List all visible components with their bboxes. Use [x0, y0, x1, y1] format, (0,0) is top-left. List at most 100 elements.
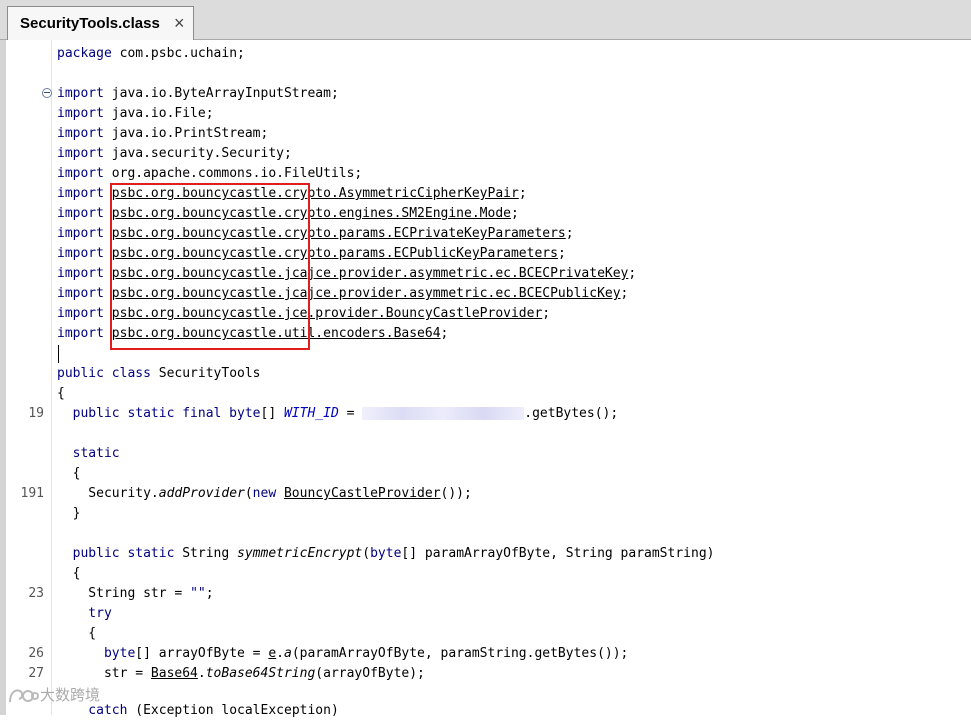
redacted-value	[362, 407, 525, 420]
code-text: org.apache.commons.io.FileUtils;	[103, 166, 363, 181]
class-link[interactable]: .jcajce.provider.asymmetric.ec.BCECPubli…	[276, 286, 620, 301]
code-line-method-declaration: public static String symmetricEncrypt(by…	[57, 544, 715, 564]
class-link[interactable]: .crypto.params.ECPublicKeyParameters	[276, 246, 558, 261]
keyword: static	[57, 446, 120, 461]
code-line-statement: str = Base64.toBase64String(arrayOfByte)…	[57, 664, 425, 684]
keyword: import	[57, 226, 104, 241]
watermark: 大数跨境	[6, 684, 100, 706]
class-link[interactable]: Base64	[151, 666, 198, 681]
code-text: .getBytes();	[524, 406, 619, 421]
keyword: import	[57, 86, 104, 101]
code-text: java.io.PrintStream;	[103, 126, 269, 141]
code-line-try: try	[57, 604, 112, 624]
keyword: import	[57, 186, 104, 201]
code-line-brace: }	[57, 504, 81, 524]
fold-collapse-icon[interactable]	[42, 88, 52, 98]
code-line-import: import java.security.Security;	[57, 144, 292, 164]
keyword: import	[57, 306, 104, 321]
code-text: []	[260, 406, 284, 421]
keyword: import	[57, 146, 104, 161]
red-highlight-box	[110, 183, 310, 350]
code-text: String str =	[57, 586, 191, 601]
code-text: }	[57, 506, 81, 521]
code-text: (arrayOfByte);	[315, 666, 425, 681]
keyword: public class	[57, 366, 151, 381]
code-text: java.io.ByteArrayInputStream;	[103, 86, 339, 101]
gutter-divider	[51, 40, 52, 715]
line-number: 23	[28, 586, 44, 601]
tab-title: SecurityTools.class	[20, 15, 160, 32]
code-line-import: import java.io.ByteArrayInputStream;	[57, 84, 339, 104]
code-text: (paramArrayOfByte, paramString.getBytes(…	[291, 646, 629, 661]
code-text: {	[57, 566, 81, 581]
code-line-import: import java.io.File;	[57, 104, 214, 124]
keyword: try	[57, 606, 112, 621]
code-line-static: static	[57, 444, 120, 464]
code-text: (Exception localException)	[127, 703, 339, 718]
editor-tab-bar: SecurityTools.class ×	[0, 0, 971, 40]
code-text: (	[244, 486, 253, 501]
code-text: ;	[518, 186, 527, 201]
code-line-brace: {	[57, 564, 81, 584]
class-link[interactable]: .crypto.AsymmetricCipherKeyPair	[276, 186, 519, 201]
code-text: ;	[542, 306, 551, 321]
keyword: import	[57, 246, 104, 261]
code-text: {	[57, 626, 97, 641]
code-line-brace: {	[57, 624, 96, 644]
line-number: 191	[20, 486, 44, 501]
code-text: ;	[440, 326, 449, 341]
keyword: import	[57, 266, 104, 281]
close-icon[interactable]: ×	[174, 13, 185, 34]
keyword: byte	[370, 546, 402, 561]
code-text: ;	[565, 226, 574, 241]
keyword: new	[252, 486, 277, 501]
code-text: =	[338, 406, 363, 421]
class-link[interactable]: .crypto.engines.SM2Engine.Mode	[276, 206, 511, 221]
class-link[interactable]: .crypto.params.ECPrivateKeyParameters	[276, 226, 566, 241]
code-text: SecurityTools	[150, 366, 261, 381]
code-text: String	[174, 546, 238, 561]
code-text: ;	[205, 586, 214, 601]
static-field: WITH_ID	[283, 406, 339, 421]
class-link[interactable]: .jce.provider.BouncyCastleProvider	[276, 306, 542, 321]
keyword: import	[57, 286, 104, 301]
tab-securitytools-class[interactable]: SecurityTools.class ×	[7, 6, 194, 40]
class-link[interactable]: BouncyCastleProvider	[284, 486, 441, 501]
code-text: java.io.File;	[103, 106, 214, 121]
method-name: symmetricEncrypt	[237, 546, 363, 561]
code-text: ;	[510, 206, 519, 221]
watermark-logo-icon	[9, 688, 39, 702]
keyword: import	[57, 126, 104, 141]
string-literal: ""	[190, 586, 206, 601]
code-text: ;	[557, 246, 566, 261]
keyword: import	[57, 326, 104, 341]
code-line-statement: Security.addProvider(new BouncyCastlePro…	[57, 484, 472, 504]
keyword: import	[57, 166, 104, 181]
code-text: .	[276, 646, 284, 661]
method-name: toBase64String	[205, 666, 316, 681]
keyword: import	[57, 106, 104, 121]
code-line-import: import org.apache.commons.io.FileUtils;	[57, 164, 362, 184]
keyword: byte	[57, 646, 136, 661]
code-text: java.security.Security;	[103, 146, 292, 161]
class-link[interactable]: e	[268, 646, 276, 661]
code-text: {	[57, 466, 81, 481]
code-text: {	[57, 386, 65, 401]
code-line-statement: String str = "";	[57, 584, 214, 604]
code-text: ;	[620, 286, 629, 301]
code-text: [] paramArrayOfByte, String paramString)	[401, 546, 715, 561]
keyword: package	[57, 46, 112, 61]
code-line-brace: {	[57, 464, 81, 484]
code-line-class-declaration: public class SecurityTools	[57, 364, 261, 384]
method-name: a	[284, 646, 292, 661]
code-line-statement: byte[] arrayOfByte = e.a(paramArrayOfByt…	[57, 644, 628, 664]
code-line-field: public static final byte[] WITH_ID = .ge…	[57, 404, 619, 424]
code-text: com.psbc.uchain;	[111, 46, 245, 61]
class-link[interactable]: .jcajce.provider.asymmetric.ec.BCECPriva…	[276, 266, 628, 281]
code-text: ());	[440, 486, 472, 501]
keyword: public static final byte	[57, 406, 261, 421]
method-name: addProvider	[158, 486, 245, 501]
keyword: import	[57, 206, 104, 221]
code-text: .	[197, 666, 206, 681]
